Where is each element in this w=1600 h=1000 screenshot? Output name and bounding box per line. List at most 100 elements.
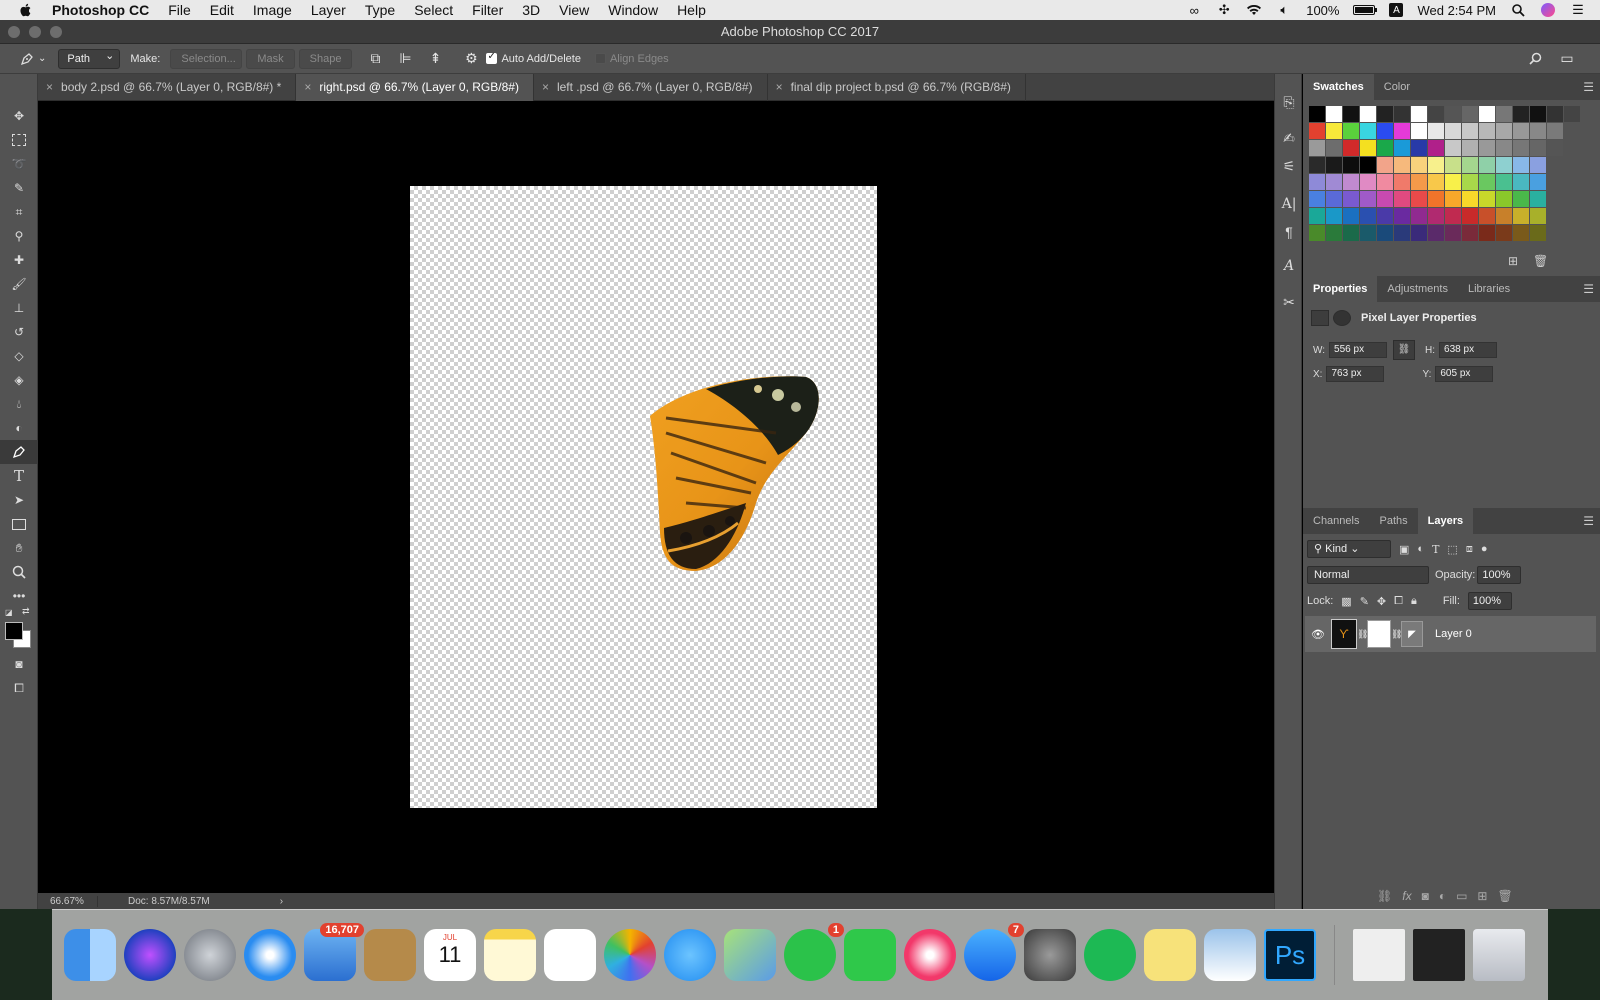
color-swatch[interactable] — [1513, 208, 1529, 224]
color-swatch[interactable] — [1343, 106, 1359, 122]
color-swatch[interactable] — [1496, 208, 1512, 224]
color-swatch[interactable] — [1428, 208, 1444, 224]
color-swatch[interactable] — [1411, 106, 1427, 122]
menu-edit[interactable]: Edit — [210, 2, 234, 18]
document-tab[interactable]: × final dip project b.psd @ 66.7% (RGB/8#… — [768, 74, 1026, 101]
color-swatch[interactable] — [1428, 174, 1444, 190]
whatsapp-icon[interactable]: 1 — [784, 923, 844, 981]
healing-brush-tool-icon[interactable]: ✚ — [0, 248, 38, 272]
color-swatch[interactable] — [1360, 106, 1376, 122]
make-mask-button[interactable]: Mask — [246, 48, 295, 69]
color-swatch[interactable] — [1360, 225, 1376, 241]
mail-icon[interactable]: 16,707 — [304, 923, 364, 981]
color-swatch[interactable] — [1479, 174, 1495, 190]
color-swatch[interactable] — [1411, 174, 1427, 190]
pen-mode-select[interactable]: Path — [58, 47, 121, 69]
panel-menu-icon[interactable]: ☰ — [1583, 80, 1594, 94]
color-swatch[interactable] — [1479, 208, 1495, 224]
color-swatch[interactable] — [1394, 106, 1410, 122]
color-swatch[interactable] — [1479, 157, 1495, 173]
color-swatch[interactable] — [1530, 140, 1546, 156]
fx-icon[interactable]: fx — [1402, 889, 1411, 903]
y-field[interactable]: 605 px — [1435, 366, 1494, 382]
color-swatch[interactable] — [1462, 157, 1478, 173]
layer-row[interactable]: 👁︎ ϒ ⛓ ⛓ ◤ Layer 0 — [1305, 616, 1596, 652]
close-window-button[interactable] — [8, 26, 20, 38]
color-swatch[interactable] — [1377, 225, 1393, 241]
color-swatch[interactable] — [1513, 191, 1529, 207]
hand-tool-icon[interactable]: ✋︎ — [0, 536, 38, 560]
history-panel-icon[interactable]: ⎘ — [1275, 88, 1303, 116]
search-icon[interactable] — [1524, 48, 1546, 70]
color-swatch[interactable] — [1394, 140, 1410, 156]
color-swatch[interactable] — [1326, 208, 1342, 224]
chain-link-icon[interactable]: ⛓ — [1357, 629, 1368, 640]
new-swatch-icon[interactable]: ⊞ — [1508, 254, 1518, 268]
color-swatch[interactable] — [1377, 123, 1393, 139]
launchpad-icon[interactable] — [184, 929, 236, 981]
x-field[interactable]: 763 px — [1326, 366, 1385, 382]
color-swatch[interactable] — [1394, 225, 1410, 241]
screen-mode-icon[interactable]: ⧠ — [0, 676, 38, 700]
color-swatch[interactable] — [1530, 208, 1546, 224]
color-swatch[interactable] — [1360, 174, 1376, 190]
dodge-tool-icon[interactable]: ◐ — [0, 416, 38, 440]
tab-layers[interactable]: Layers — [1417, 508, 1474, 534]
color-swatch[interactable] — [1547, 140, 1563, 156]
color-swatch[interactable] — [1428, 225, 1444, 241]
chevron-down-icon[interactable]: ⌄ — [38, 53, 46, 64]
close-tab-icon[interactable]: × — [304, 80, 311, 94]
menu-3d[interactable]: 3D — [522, 2, 540, 18]
color-swatch[interactable] — [1428, 157, 1444, 173]
auto-add-delete-checkbox[interactable] — [486, 51, 498, 64]
menu-filter[interactable]: Filter — [472, 2, 503, 18]
apple-logo-icon[interactable] — [18, 2, 34, 18]
tab-libraries[interactable]: Libraries — [1458, 276, 1520, 302]
wifi-icon[interactable] — [1246, 3, 1262, 17]
color-swatch[interactable] — [1462, 225, 1478, 241]
notification-center-icon[interactable]: ☰ — [1570, 2, 1586, 17]
color-swatch[interactable] — [1343, 174, 1359, 190]
gear-icon[interactable]: ⚙ — [460, 48, 482, 70]
add-mask-icon[interactable]: ◙ — [1422, 889, 1429, 903]
color-swatch[interactable] — [1360, 191, 1376, 207]
panel-menu-icon[interactable]: ☰ — [1583, 514, 1594, 528]
preview-icon[interactable] — [1204, 929, 1256, 981]
color-swatch[interactable] — [1343, 208, 1359, 224]
color-swatch[interactable] — [1530, 157, 1546, 173]
chain-link-icon[interactable]: ⛓ — [1391, 629, 1402, 640]
delete-layer-icon[interactable]: 🗑︎ — [1497, 889, 1512, 903]
path-arrangement-icon[interactable]: ⇞ — [424, 48, 446, 70]
color-swatch[interactable] — [1462, 123, 1478, 139]
color-swatch[interactable] — [1496, 174, 1512, 190]
color-swatch[interactable] — [1496, 225, 1512, 241]
swap-colors-icon[interactable]: ⇄ — [22, 606, 30, 617]
path-selection-tool-icon[interactable]: ➤ — [0, 488, 38, 512]
filter-smart-object-icon[interactable]: ⧈ — [1466, 543, 1473, 556]
pen-tool-preset-icon[interactable] — [16, 48, 38, 70]
color-swatch[interactable] — [1428, 106, 1444, 122]
foreground-color-swatch[interactable] — [5, 622, 23, 640]
clone-stamp-tool-icon[interactable]: ⊥ — [0, 296, 38, 320]
fill-field[interactable]: 100% — [1467, 592, 1512, 610]
minimize-window-button[interactable] — [29, 26, 41, 38]
input-source-icon[interactable]: A — [1389, 3, 1404, 17]
color-swatch[interactable] — [1479, 225, 1495, 241]
height-field[interactable]: 638 px — [1439, 342, 1498, 358]
menu-select[interactable]: Select — [414, 2, 453, 18]
color-swatch[interactable] — [1360, 123, 1376, 139]
menu-help[interactable]: Help — [677, 2, 706, 18]
lock-artboard-icon[interactable]: ⧠ — [1394, 595, 1403, 608]
siri-icon[interactable] — [1540, 3, 1556, 17]
color-swatch[interactable] — [1360, 157, 1376, 173]
color-swatch[interactable] — [1513, 225, 1529, 241]
color-swatch[interactable] — [1513, 174, 1529, 190]
color-swatch[interactable] — [1530, 225, 1546, 241]
color-swatch[interactable] — [1394, 174, 1410, 190]
trash-dock-icon[interactable] — [1473, 929, 1525, 981]
color-swatch[interactable] — [1309, 174, 1325, 190]
opacity-field[interactable]: 100% — [1477, 566, 1522, 584]
menu-photoshop-cc[interactable]: Photoshop CC — [52, 2, 149, 18]
color-swatch[interactable] — [1530, 191, 1546, 207]
color-swatch[interactable] — [1343, 123, 1359, 139]
